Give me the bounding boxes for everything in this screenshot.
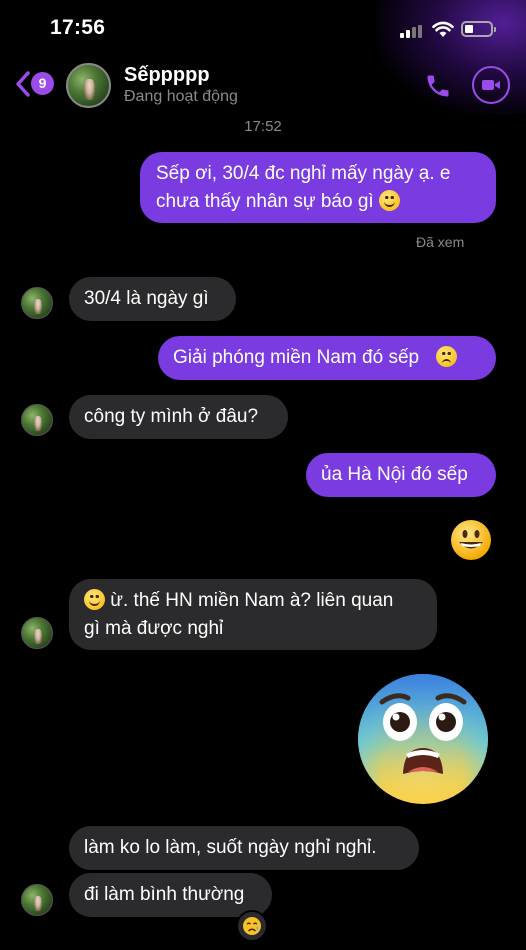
message-bubble-incoming[interactable]: đi làm bình thường <box>69 873 272 917</box>
message-timestamp: 17:52 <box>244 118 282 135</box>
video-camera-icon <box>482 80 500 90</box>
contact-name[interactable]: Sếppppp <box>124 64 210 87</box>
confused-face-emoji <box>436 346 458 367</box>
cellular-signal-icon <box>400 25 426 38</box>
smiling-face-emoji <box>378 190 400 211</box>
crying-face-icon <box>243 917 261 935</box>
slightly-smiling-face-emoji <box>84 589 105 610</box>
message-text: Sếp ơi, 30/4 đc nghỉ mấy ngày ạ. e <box>156 163 451 184</box>
grinning-face-emoji[interactable] <box>450 519 492 561</box>
chevron-left-icon[interactable] <box>14 70 32 98</box>
fearful-face-emoji[interactable] <box>356 672 490 806</box>
message-text: ừ. thế HN miền Nam à? liên quan <box>110 590 394 611</box>
message-text: ủa Hà Nội đó sếp <box>321 464 468 485</box>
contact-avatar[interactable] <box>66 63 111 108</box>
message-reaction[interactable] <box>236 910 268 942</box>
message-bubble-incoming[interactable]: công ty mình ở đâu? <box>69 395 288 439</box>
status-time: 17:56 <box>50 16 106 39</box>
battery-icon <box>461 21 496 37</box>
message-text: đi làm bình thường <box>84 884 245 905</box>
seen-indicator: Đã xem <box>416 234 465 250</box>
sender-avatar <box>21 884 53 916</box>
message-bubble-outgoing[interactable]: ủa Hà Nội đó sếp <box>306 453 496 497</box>
message-text: Giải phóng miền Nam đó sếp <box>173 347 420 368</box>
sender-avatar <box>21 404 53 436</box>
message-bubble-incoming[interactable]: 30/4 là ngày gì <box>69 277 236 321</box>
sender-avatar <box>21 287 53 319</box>
message-text: làm ko lo làm, suốt ngày nghỉ nghỉ. <box>84 837 377 858</box>
message-bubble-outgoing[interactable]: Giải phóng miền Nam đó sếp <box>158 336 496 380</box>
message-bubble-incoming[interactable]: làm ko lo làm, suốt ngày nghỉ nghỉ. <box>69 826 419 870</box>
wifi-icon <box>432 21 454 37</box>
video-call-button[interactable] <box>472 66 510 104</box>
contact-status: Đang hoạt động <box>124 88 238 105</box>
phone-icon[interactable] <box>424 72 452 100</box>
message-text: gì mà được nghỉ <box>84 618 224 639</box>
unread-badge[interactable]: 9 <box>31 72 54 95</box>
message-bubble-incoming[interactable]: ừ. thế HN miền Nam à? liên quan gì mà đư… <box>69 579 437 650</box>
message-text: công ty mình ở đâu? <box>84 406 259 427</box>
message-text: chưa thấy nhân sự báo gì <box>156 191 374 212</box>
message-bubble-outgoing[interactable]: Sếp ơi, 30/4 đc nghỉ mấy ngày ạ. e chưa … <box>140 152 496 223</box>
message-text: 30/4 là ngày gì <box>84 288 209 309</box>
sender-avatar <box>21 617 53 649</box>
